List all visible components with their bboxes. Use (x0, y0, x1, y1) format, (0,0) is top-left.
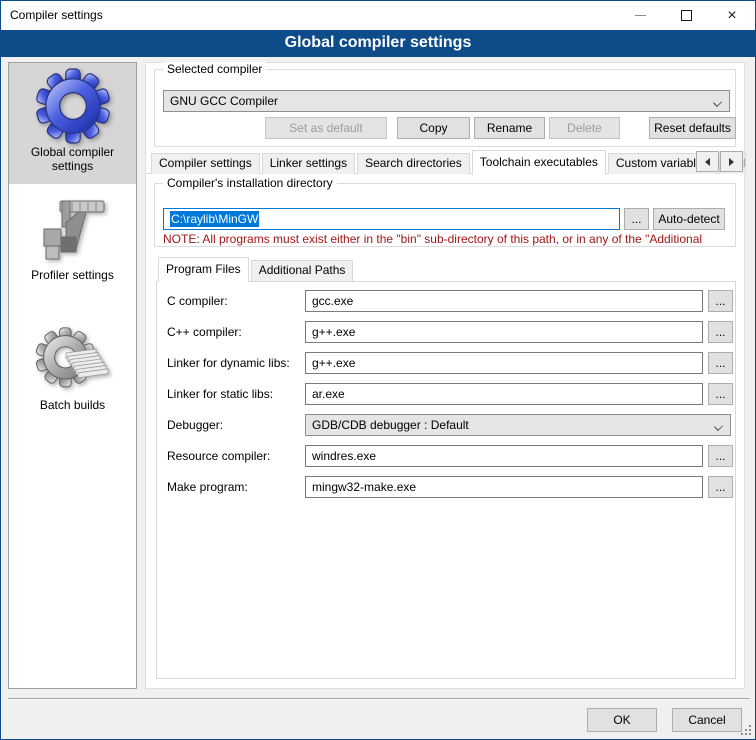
subtab-additional-paths[interactable]: Additional Paths (251, 260, 354, 281)
set-as-default-button[interactable]: Set as default (265, 117, 387, 139)
maximize-button[interactable] (663, 1, 709, 30)
footer-separator-highlight (8, 699, 750, 700)
selected-text: C:\raylib\MinGW (170, 211, 259, 227)
gear-blue-icon (35, 68, 111, 144)
auto-detect-button[interactable]: Auto-detect (653, 208, 725, 230)
resize-grip-icon[interactable] (740, 724, 752, 736)
resource-compiler-input[interactable]: windres.exe (305, 445, 703, 467)
sidebar-item-label: Global compiler settings (9, 145, 136, 173)
tab-search-directories[interactable]: Search directories (357, 153, 470, 174)
field-label: Linker for dynamic libs: (167, 352, 290, 374)
program-files-page: C compiler: gcc.exe ... C++ compiler: g+… (156, 281, 736, 679)
sidebar-item-global-compiler-settings[interactable]: Global compiler settings (9, 63, 136, 184)
maximize-icon (681, 10, 692, 21)
static-linker-input[interactable]: ar.exe (305, 383, 703, 405)
debugger-select-value: GDB/CDB debugger : Default (312, 418, 469, 432)
arrow-left-icon (705, 158, 710, 166)
tab-compiler-settings[interactable]: Compiler settings (151, 153, 260, 174)
c-compiler-input[interactable]: gcc.exe (305, 290, 703, 312)
compiler-select-value: GNU GCC Compiler (170, 94, 278, 108)
window-controls: × (617, 1, 755, 30)
browse-resource-compiler-button[interactable]: ... (708, 445, 733, 467)
installation-directory-group: Compiler's installation directory C:\ray… (154, 183, 736, 247)
delete-button[interactable]: Delete (549, 117, 620, 139)
ok-button[interactable]: OK (587, 708, 657, 732)
tab-linker-settings[interactable]: Linker settings (262, 153, 355, 174)
minimize-icon (635, 15, 646, 16)
close-icon: × (727, 8, 736, 24)
tab-scroll-left-button[interactable] (696, 151, 719, 172)
sidebar-item-batch-builds[interactable]: Batch builds (9, 318, 136, 434)
main-tabstrip: Compiler settings Linker settings Search… (151, 151, 748, 174)
browse-dynamic-linker-button[interactable]: ... (708, 352, 733, 374)
copy-button[interactable]: Copy (397, 117, 470, 139)
settings-sidebar: Global compiler settings P (8, 62, 137, 689)
debugger-select[interactable]: GDB/CDB debugger : Default (305, 414, 731, 436)
field-label: Resource compiler: (167, 445, 270, 467)
toolchain-subtabstrip: Program Files Additional Paths (158, 257, 355, 281)
field-label: Linker for static libs: (167, 383, 273, 405)
note-text: NOTE: All programs must exist either in … (163, 232, 729, 246)
chevron-down-icon (715, 423, 723, 431)
selected-compiler-group: Selected compiler GNU GCC Compiler Set a… (154, 69, 736, 147)
arrow-right-icon (729, 158, 734, 166)
close-button[interactable]: × (709, 1, 755, 30)
rename-button[interactable]: Rename (474, 117, 545, 139)
main-panel: Selected compiler GNU GCC Compiler Set a… (145, 62, 745, 689)
chevron-down-icon (714, 99, 722, 107)
dynamic-linker-input[interactable]: g++.exe (305, 352, 703, 374)
field-label: C compiler: (167, 290, 228, 312)
reset-defaults-button[interactable]: Reset defaults (649, 117, 736, 139)
title-bar[interactable]: Compiler settings × (1, 1, 755, 30)
caliper-icon (36, 193, 110, 267)
tab-toolchain-executables[interactable]: Toolchain executables (472, 150, 606, 175)
browse-cpp-compiler-button[interactable]: ... (708, 321, 733, 343)
window-title: Compiler settings (10, 1, 103, 30)
browse-c-compiler-button[interactable]: ... (708, 290, 733, 312)
field-label: C++ compiler: (167, 321, 242, 343)
subtab-program-files[interactable]: Program Files (158, 257, 249, 282)
page-title: Global compiler settings (1, 30, 755, 57)
minimize-button[interactable] (617, 1, 663, 30)
cpp-compiler-input[interactable]: g++.exe (305, 321, 703, 343)
browse-make-program-button[interactable]: ... (708, 476, 733, 498)
compiler-settings-dialog: Compiler settings × Global compiler sett… (0, 0, 756, 740)
sidebar-item-label: Profiler settings (9, 268, 136, 282)
installation-directory-input[interactable]: C:\raylib\MinGW (163, 208, 620, 230)
field-label: Make program: (167, 476, 248, 498)
gear-stack-icon (36, 323, 110, 397)
browse-static-linker-button[interactable]: ... (708, 383, 733, 405)
cancel-button[interactable]: Cancel (672, 708, 742, 732)
group-legend: Selected compiler (163, 62, 266, 76)
make-program-input[interactable]: mingw32-make.exe (305, 476, 703, 498)
browse-directory-button[interactable]: ... (624, 208, 649, 230)
sidebar-item-label: Batch builds (9, 398, 136, 412)
compiler-select[interactable]: GNU GCC Compiler (163, 90, 730, 112)
sidebar-item-profiler-settings[interactable]: Profiler settings (9, 188, 136, 304)
group-legend: Compiler's installation directory (163, 176, 337, 190)
field-label: Debugger: (167, 414, 223, 436)
tab-scroll-right-button[interactable] (720, 151, 743, 172)
